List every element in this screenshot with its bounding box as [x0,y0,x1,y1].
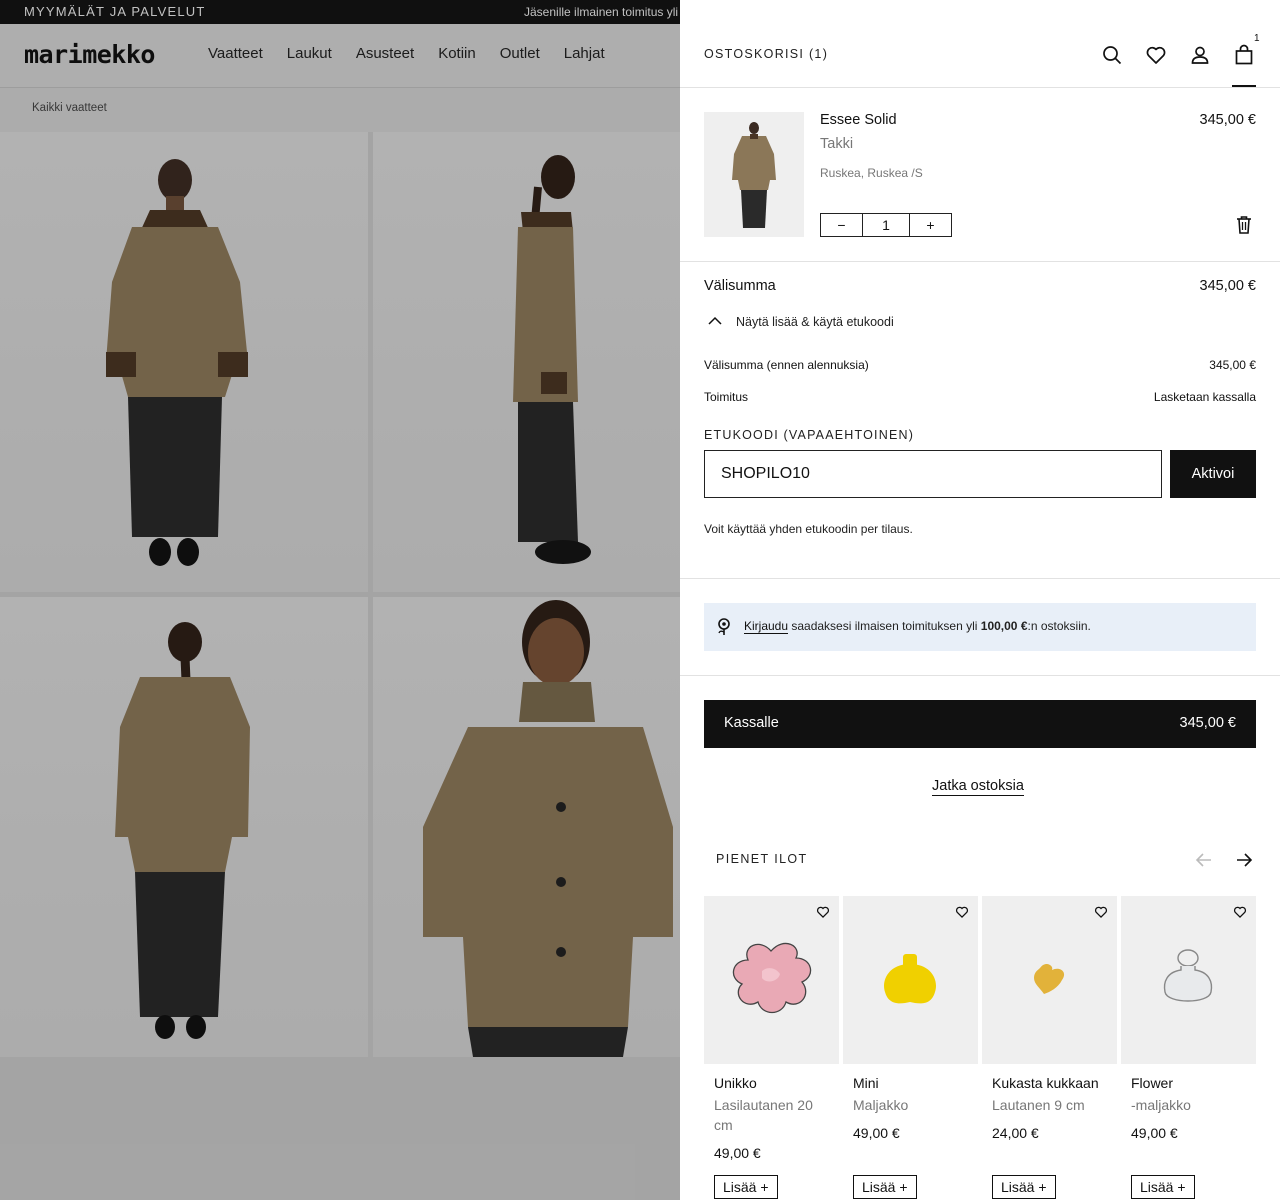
product-name[interactable]: Flower [1131,1075,1173,1091]
product-subtitle: Lautanen 9 cm [992,1097,1085,1113]
checkout-label: Kassalle [724,715,779,731]
product-image[interactable] [704,896,839,1064]
user-icon[interactable] [1189,44,1211,66]
cart-header: OSTOSKORISI (1) 1 [680,0,1280,88]
recommendations-title: PIENET ILOT [716,852,808,866]
add-to-cart-button[interactable]: Lisää + [1131,1175,1195,1199]
flower-icon [718,618,730,635]
subtotal-label: Välisumma [704,278,776,294]
product-subtitle: Lasilautanen 20 cm [714,1097,813,1133]
cart-summary: Välisumma 345,00 € Näytä lisää & käytä e… [680,262,1280,579]
cart-title: OSTOSKORISI (1) [704,47,829,61]
search-icon[interactable] [1101,44,1123,66]
product-price: 49,00 € [1131,1125,1178,1141]
cart-item-type: Takki [820,136,854,152]
increase-quantity-button[interactable]: + [910,214,951,236]
login-info-banner: Kirjaudu saadaksesi ilmaisen toimituksen… [704,603,1256,651]
arrow-left-icon[interactable] [1194,850,1214,870]
product-name[interactable]: Kukasta kukkaan [992,1075,1099,1091]
subtotal-value: 345,00 € [1199,278,1256,294]
wishlist-heart-icon[interactable] [816,905,830,924]
cart-item-variant: Ruskea, Ruskea /S [820,166,923,180]
heart-icon[interactable] [1145,44,1167,66]
add-to-cart-button[interactable]: Lisää + [992,1175,1056,1199]
product-image[interactable] [843,896,978,1064]
continue-shopping-link[interactable]: Jatka ostoksia [932,778,1024,796]
activate-code-button[interactable]: Aktivoi [1170,450,1256,498]
cart-item-name[interactable]: Essee Solid [820,112,897,128]
cart-count-badge: 1 [1254,33,1260,44]
discount-code-input[interactable] [704,450,1162,498]
free-shipping-threshold: 100,00 € [980,619,1028,633]
wishlist-heart-icon[interactable] [1094,905,1108,924]
login-link[interactable]: Kirjaudu [744,619,789,634]
discount-code-note: Voit käyttää yhden etukoodin per tilaus. [704,522,913,536]
product-image[interactable] [1121,896,1256,1064]
product-price: 49,00 € [853,1125,900,1141]
before-discounts-label: Välisumma (ennen alennuksia) [704,358,869,372]
cart-item-image[interactable] [704,112,804,237]
checkout-total: 345,00 € [1179,715,1236,731]
product-price: 24,00 € [992,1125,1039,1141]
add-to-cart-button[interactable]: Lisää + [714,1175,778,1199]
product-name[interactable]: Mini [853,1075,879,1091]
wishlist-heart-icon[interactable] [1233,905,1247,924]
login-info-text-before: saadaksesi ilmaisen toimituksen yli [788,619,981,633]
discount-toggle-label: Näytä lisää & käytä etukoodi [736,315,894,329]
product-image[interactable] [982,896,1117,1064]
add-to-cart-button[interactable]: Lisää + [853,1175,917,1199]
chevron-up-icon [708,316,722,325]
login-info-text: Kirjaudu saadaksesi ilmaisen toimituksen… [744,619,1091,634]
cart-item: Essee Solid Takki Ruskea, Ruskea /S 345,… [680,88,1280,262]
arrow-right-icon[interactable] [1234,850,1254,870]
product-subtitle: Maljakko [853,1097,909,1113]
drawer-backdrop[interactable] [0,0,680,1200]
checkout-button[interactable]: Kassalle 345,00 € [704,700,1256,748]
bag-icon[interactable] [1233,44,1255,66]
product-name[interactable]: Unikko [714,1075,757,1091]
quantity-stepper: − 1 + [820,213,952,237]
product-price: 49,00 € [714,1145,761,1161]
trash-icon[interactable] [1234,214,1254,236]
decrease-quantity-button[interactable]: − [821,214,862,236]
before-discounts-value: 345,00 € [1209,358,1256,372]
discount-code-label: ETUKOODI (VAPAAEHTOINEN) [704,428,915,442]
shipping-label: Toimitus [704,390,749,404]
divider [680,675,1280,676]
login-info-text-after: :n ostoksiin. [1027,619,1091,633]
active-indicator [1232,85,1256,87]
cart-item-price: 345,00 € [1199,112,1256,128]
wishlist-heart-icon[interactable] [955,905,969,924]
shipping-value: Lasketaan kassalla [1153,390,1256,404]
product-subtitle: -maljakko [1131,1097,1191,1113]
cart-drawer: OSTOSKORISI (1) 1 Essee Solid Takki Rusk [680,0,1280,1200]
quantity-value[interactable]: 1 [862,214,910,236]
